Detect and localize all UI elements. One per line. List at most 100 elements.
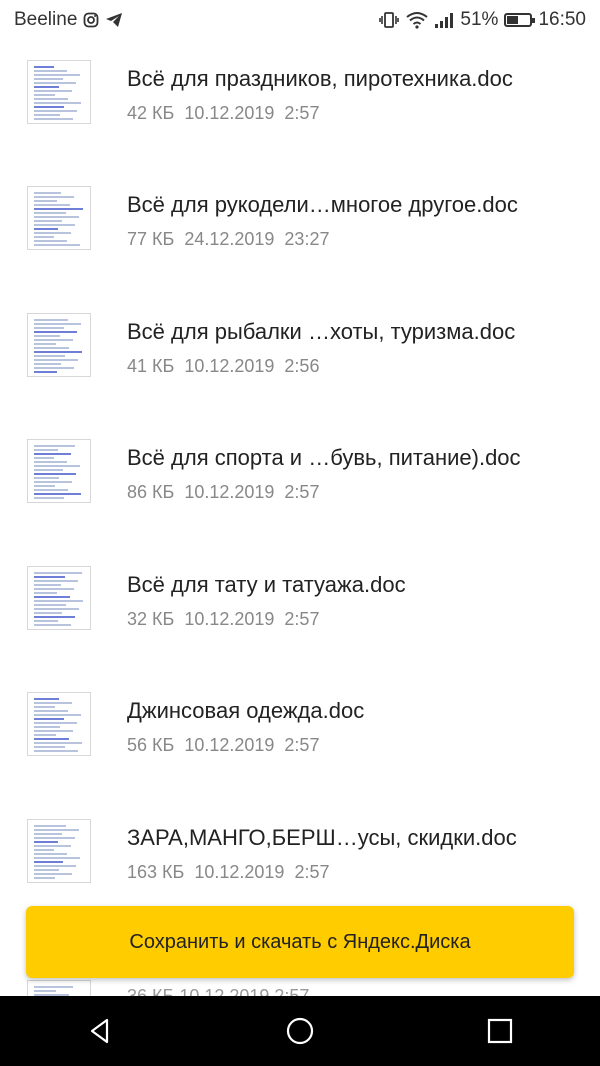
thumbnail-text-line [34, 66, 54, 68]
file-item[interactable]: Всё для рукодели…многое другое.doc 77 КБ… [0, 166, 600, 292]
thumbnail-text-line [34, 869, 59, 871]
thumbnail-text-line [34, 481, 72, 483]
file-name: Всё для рыбалки …хоты, туризма.doc [127, 319, 516, 344]
file-date: 10.12.2019 [184, 482, 275, 502]
thumbnail-text-line [34, 224, 75, 226]
thumbnail-text-line [34, 584, 61, 586]
thumbnail-text-line [34, 734, 56, 736]
save-to-yandex-disk-button[interactable]: Сохранить и скачать с Яндекс.Диска [26, 906, 574, 978]
thumbnail-text-line [34, 845, 71, 847]
file-meta: 77 КБ 24.12.2019 23:27 [127, 229, 329, 250]
home-icon[interactable] [270, 1001, 330, 1061]
signal-icon [434, 11, 454, 29]
thumbnail-text-line [34, 232, 71, 234]
document-thumbnail [27, 692, 91, 756]
thumbnail-text-line [34, 94, 55, 96]
thumbnail-text-line [34, 837, 75, 839]
file-time: 2:56 [284, 356, 320, 376]
thumbnail-text-line [34, 78, 63, 80]
thumbnail-text-line [34, 208, 83, 210]
thumbnail-text-line [34, 718, 64, 720]
thumbnail-text-line [34, 877, 55, 879]
thumbnail-text-line [34, 865, 76, 867]
file-size: 77 КБ [127, 229, 175, 249]
battery-level [507, 16, 519, 24]
thumbnail-text-line [34, 371, 57, 373]
thumbnail-text-line [34, 343, 56, 345]
thumbnail-text-line [34, 861, 63, 863]
thumbnail-text-line [34, 604, 66, 606]
thumbnail-text-line [34, 70, 67, 72]
file-date: 10.12.2019 [194, 862, 285, 882]
file-meta: 86 КБ 10.12.2019 2:57 [127, 482, 319, 503]
thumbnail-text-line [34, 331, 77, 333]
thumbnail-text-line [34, 347, 69, 349]
thumbnail-text-line [34, 489, 68, 491]
thumbnail-text-line [34, 449, 58, 451]
thumbnail-text-line [34, 841, 58, 843]
thumbnail-text-line [34, 857, 80, 859]
file-name: Джинсовая одежда.doc [127, 698, 365, 723]
file-item[interactable]: Джинсовая одежда.doc 56 КБ 10.12.2019 2:57 [0, 672, 600, 798]
status-left: Beeline [14, 9, 123, 31]
file-name: Всё для спорта и …бувь, питание).doc [127, 445, 521, 470]
thumbnail-text-line [34, 746, 65, 748]
thumbnail-text-line [34, 698, 59, 700]
wifi-icon [406, 11, 429, 29]
file-meta: 41 КБ 10.12.2019 2:56 [127, 356, 319, 377]
thumbnail-text-line [34, 453, 71, 455]
thumbnail-text-line [34, 873, 72, 875]
file-time: 2:57 [284, 609, 320, 629]
file-item[interactable]: Всё для тату и татуажа.doc 32 КБ 10.12.20… [0, 546, 600, 672]
document-thumbnail [27, 60, 91, 124]
thumbnail-text-line [34, 710, 68, 712]
thumbnail-text-line [34, 351, 82, 353]
file-size: 163 КБ [127, 862, 185, 882]
file-item[interactable]: Всё для праздников, пиротехника.doc 42 К… [0, 40, 600, 166]
thumbnail-text-line [34, 236, 54, 238]
vibrate-icon [378, 11, 400, 29]
thumbnail-text-line [34, 714, 81, 716]
thumbnail-text-line [34, 323, 81, 325]
thumbnail-text-line [34, 461, 67, 463]
thumbnail-text-line [34, 990, 56, 992]
recents-icon[interactable] [470, 1001, 530, 1061]
thumbnail-text-line [34, 600, 83, 602]
file-name: Всё для тату и татуажа.doc [127, 572, 406, 597]
thumbnail-text-line [34, 90, 72, 92]
file-meta: 163 КБ 10.12.2019 2:57 [127, 862, 329, 883]
thumbnail-text-line [34, 849, 54, 851]
thumbnail-text-line [34, 612, 62, 614]
thumbnail-text-line [34, 244, 80, 246]
file-item[interactable]: Всё для спорта и …бувь, питание).doc 86 … [0, 419, 600, 545]
thumbnail-text-line [34, 118, 73, 120]
thumbnail-text-line [34, 986, 73, 988]
thumbnail-text-line [34, 588, 74, 590]
thumbnail-text-line [34, 620, 58, 622]
file-size: 41 КБ [127, 356, 175, 376]
thumbnail-text-line [34, 465, 80, 467]
thumbnail-text-line [34, 106, 64, 108]
thumbnail-text-line [34, 445, 75, 447]
clock: 16:50 [538, 9, 586, 30]
back-icon[interactable] [70, 1001, 130, 1061]
thumbnail-text-line [34, 608, 79, 610]
file-name: ЗАРА,МАНГО,БЕРШ…усы, скидки.doc [127, 825, 517, 850]
document-thumbnail-partial [27, 980, 91, 996]
thumbnail-text-line [34, 319, 68, 321]
document-thumbnail [27, 186, 91, 250]
thumbnail-text-line [34, 367, 74, 369]
thumbnail-text-line [34, 829, 79, 831]
thumbnail-text-line [34, 240, 67, 242]
file-size: 56 КБ [127, 735, 175, 755]
thumbnail-text-line [34, 473, 76, 475]
file-item[interactable]: Всё для рыбалки …хоты, туризма.doc 41 КБ… [0, 293, 600, 419]
carrier-name: Beeline [14, 9, 78, 30]
thumbnail-text-line [34, 706, 55, 708]
file-time: 2:57 [284, 735, 320, 755]
thumbnail-text-line [34, 730, 73, 732]
thumbnail-text-line [34, 339, 73, 341]
thumbnail-text-line [34, 74, 80, 76]
thumbnail-text-line [34, 220, 62, 222]
file-date: 24.12.2019 [184, 229, 275, 249]
